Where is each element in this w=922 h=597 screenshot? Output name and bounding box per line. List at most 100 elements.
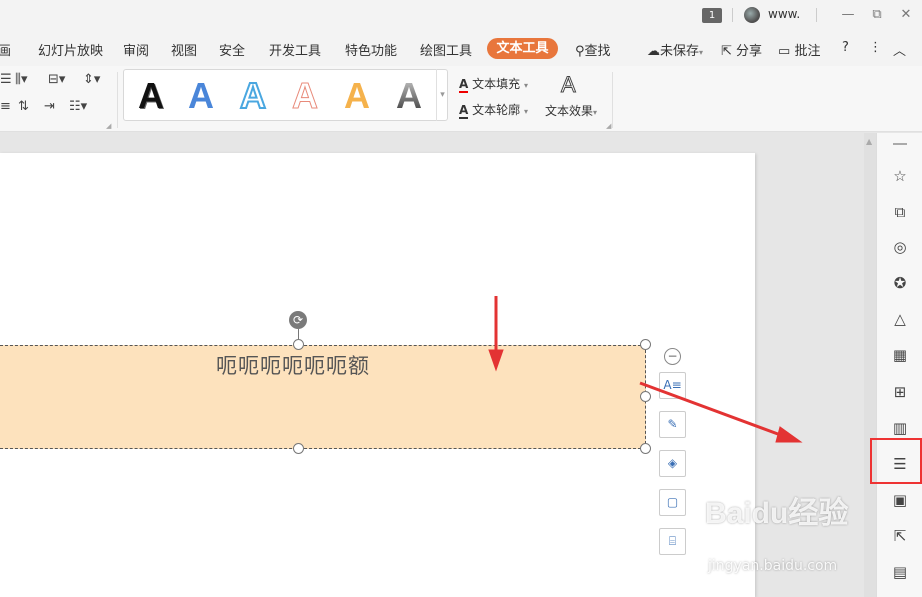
text-effect-button[interactable]: 文本效果▾: [545, 102, 597, 119]
divider: [612, 72, 613, 128]
shapes-icon[interactable]: ◎: [891, 238, 909, 256]
chevron-down-icon: ▾: [523, 107, 528, 116]
restore-button[interactable]: ⧉: [867, 5, 887, 25]
style-orange[interactable]: A: [344, 76, 370, 116]
divider: [732, 8, 733, 22]
watermark-url: jingyan.baidu.com: [708, 558, 838, 574]
scroll-up-icon[interactable]: ▲: [866, 137, 872, 146]
vertical-scrollbar[interactable]: ▲: [864, 133, 876, 597]
search-button[interactable]: ⚲查找: [575, 40, 611, 59]
line-spacing-icon[interactable]: ⇅: [18, 99, 29, 114]
divider: [816, 8, 817, 22]
style-gradient[interactable]: A: [396, 76, 422, 116]
text-direction-icon[interactable]: ⇕▾: [83, 72, 100, 87]
image-icon[interactable]: ▣: [891, 491, 909, 509]
ribbon: ☰ ⫼▾ ⊟▾ ⇕▾ ≡ ⇅ ⇥ ☷▾ ◢ A A A A A A ▾ A 文本…: [0, 66, 922, 132]
slide-canvas[interactable]: ⟳ 呃呃呃呃呃呃额 − A≡ ✎ ◈ ▢ ⌸: [0, 153, 755, 597]
collapse-ribbon-button[interactable]: ︿: [893, 40, 906, 59]
menu-security[interactable]: 安全: [219, 40, 245, 59]
share-icon[interactable]: ⇱: [891, 527, 909, 545]
window-count-badge[interactable]: 1: [702, 8, 722, 23]
indent-icon[interactable]: ⇥: [44, 99, 55, 114]
resize-handle-bottom[interactable]: [293, 443, 304, 454]
share-button[interactable]: ⇱ 分享: [721, 40, 762, 59]
style-red-outline[interactable]: A: [292, 75, 319, 116]
search-label: 查找: [584, 44, 611, 59]
chevron-down-icon: ▾: [699, 48, 704, 57]
fill-icon[interactable]: △: [891, 310, 909, 328]
numbered-list-icon[interactable]: ⊟▾: [48, 72, 65, 87]
award-icon[interactable]: ✪: [891, 274, 909, 292]
resize-handle-right[interactable]: [640, 391, 651, 402]
launcher-icon[interactable]: ◢: [606, 122, 611, 130]
text-style-float-button[interactable]: A≡: [659, 372, 686, 399]
chart-icon[interactable]: ▥: [891, 419, 909, 437]
menu-view[interactable]: 视图: [171, 40, 197, 59]
textbox-text[interactable]: 呃呃呃呃呃呃额: [216, 350, 370, 380]
fill-bucket-icon[interactable]: ◈: [659, 450, 686, 477]
columns-icon[interactable]: ⫼▾: [15, 72, 28, 87]
selected-textbox[interactable]: 呃呃呃呃呃呃额: [0, 345, 646, 449]
style-black[interactable]: A: [138, 76, 164, 116]
menu-bar: 画 幻灯片放映 审阅 视图 安全 开发工具 特色功能 绘图工具 文本工具 ⚲查找…: [0, 30, 922, 66]
tab-text-tools[interactable]: 文本工具: [487, 38, 558, 59]
paragraph-spacing-icon[interactable]: ☷▾: [69, 99, 87, 114]
right-task-panel: ☆ ⧉ ◎ ✪ △ ▦ ⊞ ▥ ☰ ▣ ⇱ ▤: [876, 133, 922, 597]
minimize-button[interactable]: —: [838, 5, 858, 25]
text-fill-label: 文本填充: [472, 77, 521, 91]
text-outline-icon: A: [459, 103, 469, 119]
outline-icon[interactable]: ▢: [659, 489, 686, 516]
text-fill-button[interactable]: A 文本填充 ▾: [459, 75, 528, 93]
text-outline-button[interactable]: A 文本轮廓 ▾: [459, 101, 528, 119]
comment-icon: ▭: [778, 44, 791, 59]
more-button[interactable]: ⋮: [869, 40, 882, 55]
chevron-down-icon: ▾: [593, 108, 598, 117]
style-blue-outline[interactable]: A: [239, 75, 267, 117]
pen-icon[interactable]: ✎: [659, 411, 686, 438]
resize-handle-top-right[interactable]: [640, 339, 651, 350]
cloud-icon: ☁: [647, 44, 660, 59]
comment-label: 批注: [794, 44, 821, 59]
save-status-label: 未保存: [660, 44, 700, 59]
text-style-gallery: A A A A A A: [123, 69, 448, 121]
comment-button[interactable]: ▭ 批注: [778, 40, 820, 59]
collapse-float-toolbar-button[interactable]: −: [664, 348, 681, 365]
annotation-highlight-box: [870, 438, 922, 484]
panel-grip[interactable]: [893, 143, 907, 145]
save-status-button[interactable]: ☁未保存▾: [647, 40, 703, 59]
close-button[interactable]: ✕: [896, 5, 916, 25]
table-icon[interactable]: ▦: [891, 346, 909, 364]
rotate-handle-stem: [298, 329, 299, 339]
share-label: 分享: [736, 44, 763, 59]
help-button[interactable]: ?: [842, 40, 849, 55]
search-icon: ⚲: [575, 44, 585, 59]
list-icon[interactable]: ☰: [0, 72, 12, 87]
watermark-logo: Baidu经验: [705, 497, 849, 530]
launcher-icon[interactable]: ◢: [106, 122, 111, 130]
text-wrap-icon[interactable]: ⌸: [659, 528, 686, 555]
resize-handle-bottom-right[interactable]: [640, 443, 651, 454]
style-blue[interactable]: A: [188, 76, 214, 116]
align-icon[interactable]: ≡: [0, 99, 11, 114]
text-fill-icon: A: [459, 77, 469, 93]
share-icon: ⇱: [721, 44, 732, 59]
divider: [117, 72, 118, 128]
menu-review[interactable]: 审阅: [123, 40, 149, 59]
rotate-handle-icon[interactable]: ⟳: [289, 311, 307, 329]
star-icon[interactable]: ☆: [891, 167, 909, 185]
user-name[interactable]: www.: [768, 7, 800, 21]
menu-drawing-tools[interactable]: 绘图工具: [420, 40, 472, 59]
text-outline-label: 文本轮廓: [472, 103, 521, 117]
title-bar: 1 www. — ⧉ ✕: [0, 0, 922, 30]
layers-icon[interactable]: ⧉: [891, 203, 909, 221]
gallery-scroll-button[interactable]: ▾: [436, 69, 448, 121]
menu-developer[interactable]: 开发工具: [269, 40, 321, 59]
resize-handle-top[interactable]: [293, 339, 304, 350]
grid-icon[interactable]: ⊞: [891, 383, 909, 401]
menu-animation[interactable]: 画: [0, 40, 11, 59]
avatar[interactable]: [744, 7, 760, 23]
text-effect-icon[interactable]: A: [561, 72, 577, 98]
menu-features[interactable]: 特色功能: [345, 40, 397, 59]
archive-icon[interactable]: ▤: [891, 563, 909, 581]
menu-slideshow[interactable]: 幻灯片放映: [38, 40, 103, 59]
